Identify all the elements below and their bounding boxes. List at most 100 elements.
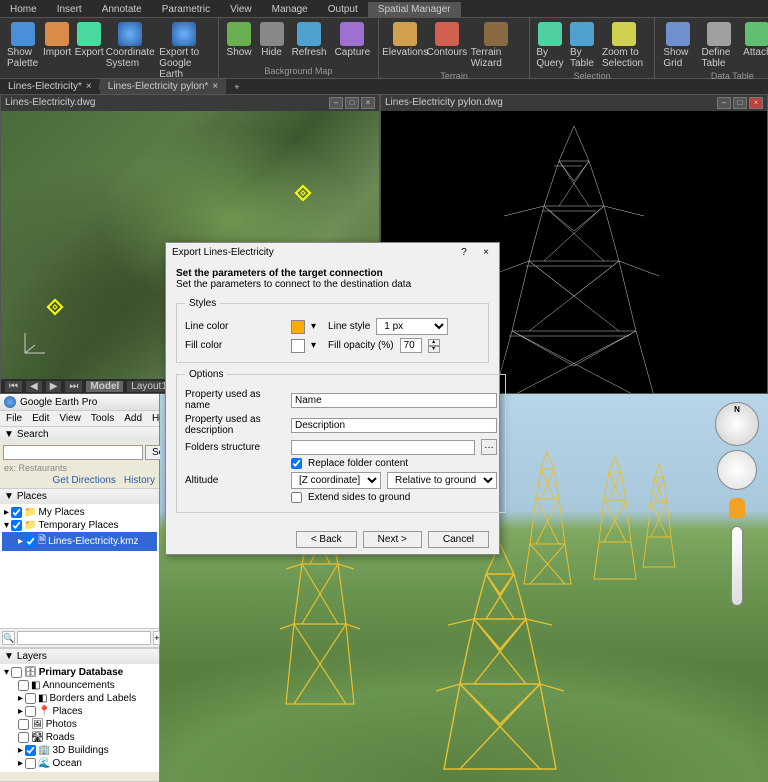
terrain-wizard-button[interactable]: Terrain Wizard bbox=[467, 20, 525, 71]
browse-button[interactable]: … bbox=[481, 439, 497, 455]
close-icon[interactable]: × bbox=[86, 81, 92, 92]
show-palette-button[interactable]: Show Palette bbox=[4, 20, 41, 82]
prop-desc-input[interactable] bbox=[291, 418, 497, 433]
line-style-select[interactable]: 1 px bbox=[376, 318, 448, 335]
tab-model[interactable]: Model bbox=[86, 381, 123, 392]
ge-zoom-slider[interactable] bbox=[731, 526, 743, 606]
zoom-selection-button[interactable]: Zoom to Selection bbox=[598, 20, 650, 71]
vp-nav-first[interactable]: ⏮ bbox=[5, 381, 22, 392]
ge-compass[interactable] bbox=[715, 402, 759, 446]
next-button[interactable]: Next > bbox=[363, 531, 422, 548]
ge-title: Google Earth Pro bbox=[0, 394, 159, 411]
altitude-ref-select[interactable]: Relative to ground bbox=[387, 472, 497, 489]
search-input[interactable] bbox=[3, 445, 143, 460]
layer-places[interactable]: ▸📍Places bbox=[2, 705, 157, 718]
prop-name-input[interactable] bbox=[291, 393, 497, 408]
help-button[interactable]: ? bbox=[457, 247, 471, 258]
doc-tab-2[interactable]: Lines-Electricity pylon*× bbox=[100, 79, 226, 94]
places-my-places[interactable]: ▸📁My Places bbox=[2, 506, 157, 519]
layer-roads[interactable]: 🛣Roads bbox=[2, 731, 157, 744]
get-directions-link[interactable]: Get Directions bbox=[53, 475, 116, 486]
tab-manage[interactable]: Manage bbox=[262, 2, 318, 17]
spinner-up[interactable]: ▴ bbox=[428, 339, 440, 346]
menu-edit[interactable]: Edit bbox=[28, 412, 53, 425]
tab-insert[interactable]: Insert bbox=[47, 2, 92, 17]
close-button[interactable]: × bbox=[361, 97, 375, 109]
menu-file[interactable]: File bbox=[2, 412, 26, 425]
fill-opacity-input[interactable] bbox=[400, 338, 422, 353]
tab-spatial-manager[interactable]: Spatial Manager bbox=[368, 2, 461, 17]
tab-output[interactable]: Output bbox=[318, 2, 368, 17]
pylon-marker[interactable] bbox=[47, 299, 64, 316]
options-fieldset: Options Property used as name Property u… bbox=[176, 369, 506, 513]
back-button[interactable]: < Back bbox=[296, 531, 357, 548]
cancel-button[interactable]: Cancel bbox=[428, 531, 489, 548]
layer-icon: ◧ bbox=[38, 693, 47, 704]
layer-borders[interactable]: ▸◧Borders and Labels bbox=[2, 692, 157, 705]
maximize-button[interactable]: □ bbox=[345, 97, 359, 109]
menu-view[interactable]: View bbox=[55, 412, 85, 425]
layer-photos[interactable]: 🖼Photos bbox=[2, 718, 157, 731]
by-table-button[interactable]: By Table bbox=[566, 20, 598, 71]
group-label-datatable: Data Table bbox=[659, 71, 768, 81]
bg-capture-button[interactable]: Capture bbox=[331, 20, 375, 66]
places-filter[interactable] bbox=[17, 631, 151, 645]
bg-refresh-button[interactable]: Refresh bbox=[288, 20, 331, 66]
export-button[interactable]: Export bbox=[73, 20, 105, 82]
show-grid-button[interactable]: Show Grid bbox=[659, 20, 697, 71]
attach-button[interactable]: Attach bbox=[741, 20, 768, 71]
maximize-button[interactable]: □ bbox=[733, 97, 747, 109]
tab-annotate[interactable]: Annotate bbox=[92, 2, 152, 17]
search-section-header[interactable]: ▼Search bbox=[0, 427, 159, 442]
folders-input[interactable] bbox=[291, 440, 475, 455]
by-query-button[interactable]: By Query bbox=[534, 20, 566, 71]
coord-system-button[interactable]: Coordinate System bbox=[105, 20, 155, 82]
places-section-header[interactable]: ▼Places bbox=[0, 489, 159, 504]
places-temp[interactable]: ▾📁Temporary Places bbox=[2, 519, 157, 532]
tb-search-icon[interactable]: 🔍 bbox=[2, 631, 15, 645]
ge-pan-control[interactable] bbox=[717, 450, 757, 490]
minimize-button[interactable]: – bbox=[329, 97, 343, 109]
define-table-button[interactable]: Define Table bbox=[698, 20, 742, 71]
dropdown-icon[interactable]: ▾ bbox=[311, 340, 316, 351]
menu-tools[interactable]: Tools bbox=[87, 412, 118, 425]
import-button[interactable]: Import bbox=[41, 20, 73, 82]
vp-nav-last[interactable]: ⏭ bbox=[65, 381, 82, 392]
elevations-button[interactable]: Elevations bbox=[383, 20, 427, 71]
layer-3d-buildings[interactable]: ▸🏢3D Buildings bbox=[2, 744, 157, 757]
line-color-swatch[interactable] bbox=[291, 320, 305, 334]
contours-button[interactable]: Contours bbox=[427, 20, 467, 71]
tab-parametric[interactable]: Parametric bbox=[152, 2, 220, 17]
layer-primary-db[interactable]: ▾🗄Primary Database bbox=[2, 666, 157, 679]
extend-checkbox[interactable] bbox=[291, 492, 302, 503]
close-icon[interactable]: × bbox=[212, 81, 218, 92]
places-kmz[interactable]: ▸🗎Lines-Electricity.kmz bbox=[2, 532, 157, 551]
layer-ocean[interactable]: ▸🌊Ocean bbox=[2, 757, 157, 770]
altitude-select[interactable]: [Z coordinate] bbox=[291, 472, 381, 489]
dialog-title: Export Lines-Electricity bbox=[172, 247, 274, 258]
vp-nav-prev[interactable]: ◀ bbox=[26, 381, 42, 392]
close-button[interactable]: × bbox=[479, 247, 493, 258]
tab-view[interactable]: View bbox=[220, 2, 262, 17]
minimize-button[interactable]: – bbox=[717, 97, 731, 109]
dropdown-icon[interactable]: ▾ bbox=[311, 321, 316, 332]
doc-tab-1[interactable]: Lines-Electricity*× bbox=[0, 79, 100, 94]
bg-hide-button[interactable]: Hide bbox=[256, 20, 288, 66]
close-button[interactable]: × bbox=[749, 97, 763, 109]
history-link[interactable]: History bbox=[124, 475, 155, 486]
menu-add[interactable]: Add bbox=[120, 412, 146, 425]
layer-announcements[interactable]: ◧Announcements bbox=[2, 679, 157, 692]
vp-nav-next[interactable]: ▶ bbox=[46, 381, 62, 392]
layers-section-header[interactable]: ▼Layers bbox=[0, 649, 159, 664]
doc-tab-add[interactable]: + bbox=[226, 79, 247, 94]
export-ge-button[interactable]: Export to Google Earth bbox=[155, 20, 213, 82]
pylon-marker[interactable] bbox=[295, 185, 312, 202]
tab-home[interactable]: Home bbox=[0, 2, 47, 17]
bg-show-button[interactable]: Show bbox=[223, 20, 256, 66]
spinner-down[interactable]: ▾ bbox=[428, 346, 440, 353]
layer-icon: ◧ bbox=[31, 680, 40, 691]
globe-icon bbox=[4, 396, 16, 408]
replace-checkbox[interactable] bbox=[291, 458, 302, 469]
pegman-icon[interactable] bbox=[729, 498, 745, 518]
fill-color-swatch[interactable] bbox=[291, 339, 305, 353]
